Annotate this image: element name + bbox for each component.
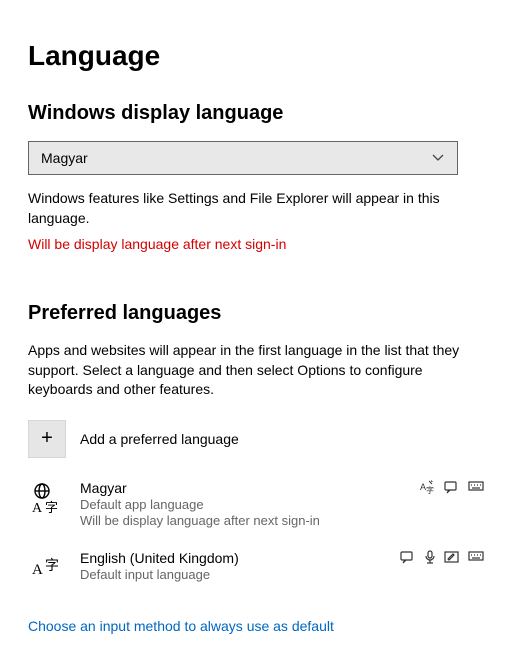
svg-text:A: A xyxy=(32,501,43,516)
language-item[interactable]: A 字 English (United Kingdom) Default inp… xyxy=(28,550,488,588)
display-pack-icon: A 字 xyxy=(420,480,436,494)
speech-icon xyxy=(424,550,436,564)
svg-text:字: 字 xyxy=(426,485,434,494)
handwriting-icon xyxy=(444,550,460,564)
display-language-notice: Will be display language after next sign… xyxy=(28,236,501,252)
plus-icon: + xyxy=(28,420,66,458)
tts-icon xyxy=(444,480,460,494)
svg-text:字: 字 xyxy=(45,500,58,515)
choose-input-method-link[interactable]: Choose an input method to always use as … xyxy=(28,618,334,634)
language-item[interactable]: A 字 Magyar Default app language Will be … xyxy=(28,480,488,528)
language-pack-icon: A 字 xyxy=(28,550,66,588)
language-pack-globe-icon: A 字 xyxy=(28,480,66,518)
tts-icon xyxy=(400,550,416,564)
language-subtitle: Default input language xyxy=(80,567,488,582)
keyboard-icon xyxy=(468,480,484,494)
chevron-down-icon xyxy=(431,151,445,165)
keyboard-icon xyxy=(468,550,484,564)
svg-text:字: 字 xyxy=(45,558,59,574)
preferred-languages-description: Apps and websites will appear in the fir… xyxy=(28,341,478,400)
language-subtitle: Default app language xyxy=(80,497,488,512)
display-language-value: Magyar xyxy=(41,150,88,166)
svg-text:A: A xyxy=(32,562,43,578)
page-title: Language xyxy=(28,40,501,72)
display-language-description: Windows features like Settings and File … xyxy=(28,189,478,228)
display-language-heading: Windows display language xyxy=(28,102,501,125)
language-subtitle-2: Will be display language after next sign… xyxy=(80,513,488,528)
display-language-select[interactable]: Magyar xyxy=(28,141,458,175)
add-language-button[interactable]: + Add a preferred language xyxy=(28,420,239,458)
preferred-languages-heading: Preferred languages xyxy=(28,302,501,325)
add-language-label: Add a preferred language xyxy=(80,431,239,447)
